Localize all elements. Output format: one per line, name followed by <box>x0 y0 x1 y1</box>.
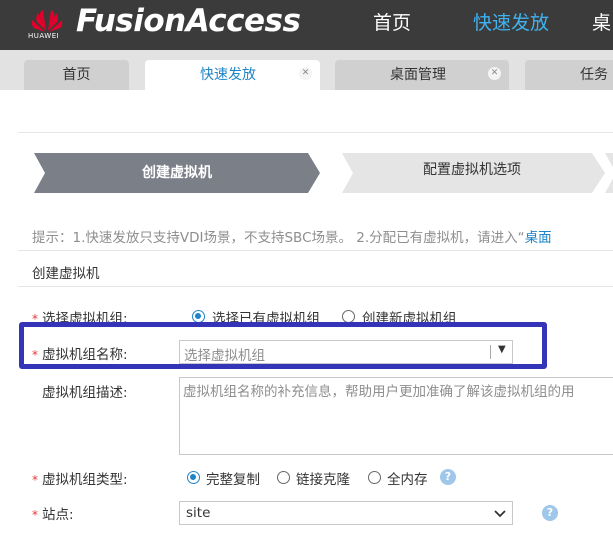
required-mark: * <box>32 348 38 362</box>
chevron-down-icon[interactable] <box>494 510 506 518</box>
close-icon[interactable]: ✕ <box>299 67 312 80</box>
tab-home[interactable]: 首页 <box>24 60 129 90</box>
vm-group-name-label: * 虚拟机组名称: <box>32 347 128 363</box>
wizard-step-configure-vm[interactable]: 配置虚拟机选项 <box>342 150 602 190</box>
close-icon[interactable]: ✕ <box>488 67 501 80</box>
vm-group-name-placeholder: 选择虚拟机组 <box>184 348 265 364</box>
tab-quick-provision[interactable]: 快速发放 ✕ <box>145 60 320 90</box>
topnav-home[interactable]: 首页 <box>373 8 411 35</box>
hint-body: 提示：1.快速发放只支持VDI场景，不支持SBC场景。 2.分配已有虚拟机，请进… <box>32 230 525 246</box>
logo-text: HUAWEI <box>28 32 60 40</box>
site-label: * 站点: <box>32 507 74 523</box>
tab-desktop-management[interactable]: 桌面管理 ✕ <box>335 60 509 90</box>
vm-group-desc-placeholder: 虚拟机组名称的补充信息，帮助用户更加准确了解该虚拟机组的用 <box>183 384 575 400</box>
radio-full-copy-label: 完整复制 <box>206 472 260 488</box>
site-select[interactable]: site <box>179 501 513 525</box>
select-separator <box>490 345 491 359</box>
hint-link[interactable]: 桌面 <box>525 230 552 246</box>
radio-full-copy[interactable] <box>187 471 200 484</box>
section-divider <box>18 286 613 287</box>
radio-linked-clone[interactable] <box>277 471 290 484</box>
hint-divider <box>18 250 613 251</box>
tab-label: 桌面管理 <box>390 67 446 83</box>
tab-label: 首页 <box>62 67 91 83</box>
tab-tasks[interactable]: 任务 <box>525 60 613 90</box>
help-icon[interactable]: ? <box>440 469 456 485</box>
triangle-down-icon[interactable]: ▼ <box>498 344 506 355</box>
wizard-step-create-vm[interactable]: 创建虚拟机 <box>32 153 322 193</box>
help-icon[interactable]: ? <box>542 505 558 521</box>
required-mark: * <box>32 473 38 487</box>
vm-group-type-label: * 虚拟机组类型: <box>32 472 128 488</box>
topnav-desktop[interactable]: 桌 <box>592 8 611 35</box>
vm-group-desc-label: 虚拟机组描述: <box>42 385 128 401</box>
radio-linked-clone-label: 链接克隆 <box>296 472 350 488</box>
radio-full-memory-label: 全内存 <box>387 472 428 488</box>
step-3-shape <box>605 153 613 193</box>
tab-label: 任务 <box>580 67 608 83</box>
tab-label: 快速发放 <box>200 67 256 83</box>
hint-text: 提示：1.快速发放只支持VDI场景，不支持SBC场景。 2.分配已有虚拟机，请进… <box>32 226 552 246</box>
content-divider <box>18 132 613 133</box>
tab-strip: 首页 快速发放 ✕ 桌面管理 ✕ 任务 <box>0 50 613 90</box>
radio-full-memory[interactable] <box>368 471 381 484</box>
section-title: 创建虚拟机 <box>32 266 100 282</box>
brand-title: FusionAccess <box>76 3 301 39</box>
app-header: HUAWEI FusionAccess 首页 快速发放 桌 <box>0 0 613 50</box>
required-mark: * <box>32 508 38 522</box>
vm-group-desc-textarea[interactable]: 虚拟机组名称的补充信息，帮助用户更加准确了解该虚拟机组的用 <box>179 377 613 455</box>
topnav-quick-provision[interactable]: 快速发放 <box>473 8 549 35</box>
wizard-steps: 创建虚拟机 配置虚拟机选项 <box>32 153 613 193</box>
vm-group-name-select[interactable]: 选择虚拟机组 ▼ <box>179 340 513 364</box>
site-select-value: site <box>186 505 211 521</box>
